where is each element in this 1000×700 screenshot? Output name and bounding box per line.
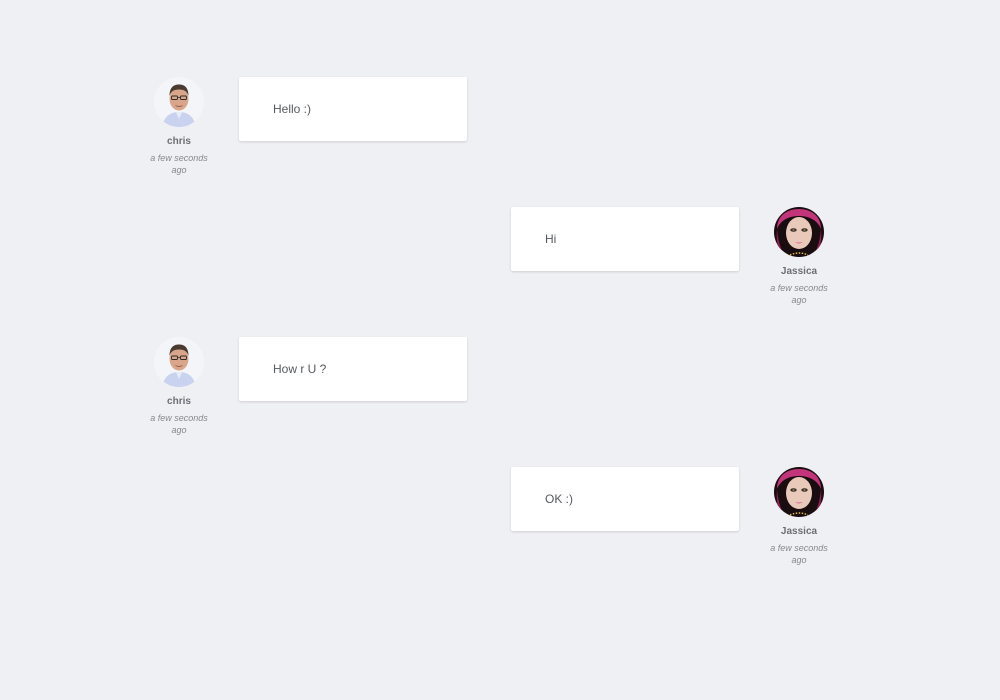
author-name: chris [167,136,191,147]
message-author: Jassica a few seconds ago [759,207,839,306]
message-text: Hello :) [273,102,312,116]
author-name: chris [167,396,191,407]
avatar[interactable] [154,337,204,387]
avatar-jassica-image [774,467,824,517]
avatar[interactable] [774,467,824,517]
message-bubble: How r U ? [239,337,467,401]
message-bubble: Hi [511,207,739,271]
message-timestamp: a few seconds ago [770,283,828,305]
message-timestamp: a few seconds ago [150,413,208,435]
message-author: chris a few seconds ago [139,337,219,436]
message-bubble: OK :) [511,467,739,531]
avatar-jassica-image [774,207,824,257]
message-author: chris a few seconds ago [139,77,219,176]
message-bubble: Hello :) [239,77,467,141]
message-timestamp: a few seconds ago [770,543,828,565]
message-text: OK :) [545,492,574,506]
chat-thread: chris a few seconds ago Hello :) Hi Jass… [0,0,1000,700]
message-author: Jassica a few seconds ago [759,467,839,566]
avatar-chris-image [154,337,204,387]
avatar[interactable] [154,77,204,127]
avatar-chris-image [154,77,204,127]
message-text: How r U ? [273,362,327,376]
avatar[interactable] [774,207,824,257]
author-name: Jassica [780,526,818,537]
author-name: Jassica [780,266,818,277]
message-text: Hi [545,232,557,246]
message-timestamp: a few seconds ago [150,153,208,175]
